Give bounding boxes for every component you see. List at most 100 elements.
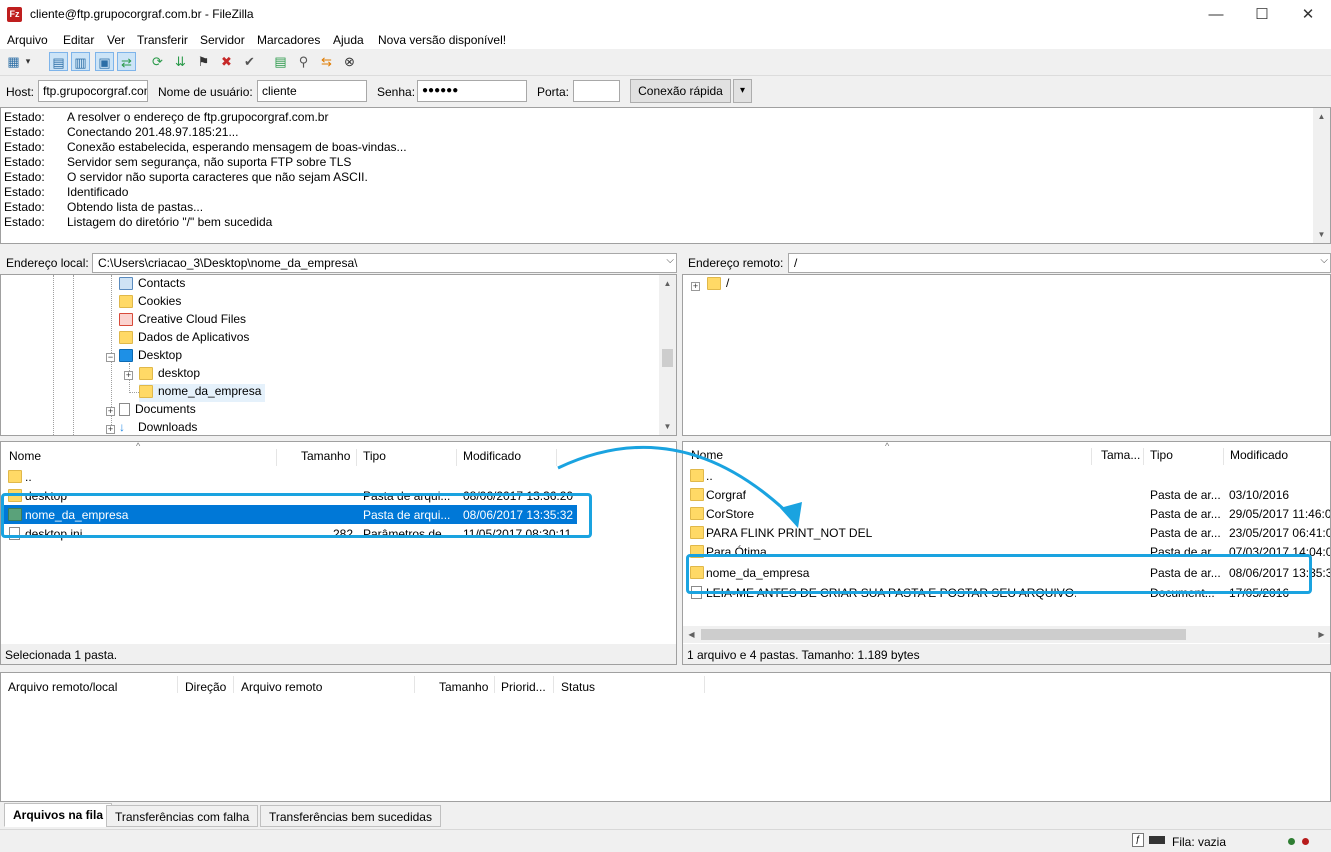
compare-icon[interactable]: ⚲	[294, 52, 313, 71]
queue-column-local[interactable]: Arquivo remoto/local	[8, 680, 117, 694]
message-log[interactable]: Estado: A resolver o endereço de ftp.grup…	[0, 107, 1331, 244]
sync-browse-icon[interactable]: ⇆	[317, 52, 336, 71]
remote-list-hscrollbar[interactable]: ◀ ▶	[683, 626, 1330, 643]
column-name[interactable]: Nome	[9, 449, 41, 463]
refresh-icon[interactable]: ⟳	[148, 52, 167, 71]
queue-column-direction[interactable]: Direção	[185, 680, 226, 694]
tree-item-downloads[interactable]: ↓ Downloads	[119, 420, 197, 435]
scroll-right-icon[interactable]: ▶	[1313, 626, 1330, 643]
user-label: Nome de usuário:	[158, 85, 253, 99]
user-input[interactable]: cliente	[257, 80, 367, 102]
tree-item-cookies[interactable]: Cookies	[119, 294, 181, 312]
log-status-label: Estado:	[4, 200, 45, 214]
close-button[interactable]: ✕	[1285, 0, 1331, 30]
queue-column-priority[interactable]: Priorid...	[501, 680, 546, 694]
tree-item-label: /	[726, 276, 730, 290]
menu-nova-versao[interactable]: Nova versão disponível!	[378, 33, 506, 47]
column-type[interactable]: Tipo	[1150, 448, 1173, 462]
transfer-queue[interactable]: Arquivo remoto/local Direção Arquivo rem…	[0, 672, 1331, 802]
scroll-up-icon[interactable]: ▲	[1313, 108, 1330, 125]
chevron-down-icon[interactable]: ⌵	[1320, 255, 1328, 266]
menu-editar[interactable]: Editar	[63, 33, 94, 47]
speed-limit-icon[interactable]: ƒ	[1132, 833, 1144, 847]
maximize-button[interactable]: ☐	[1239, 0, 1285, 30]
site-manager-icon[interactable]: ▦	[4, 52, 23, 71]
tab-arquivos-na-fila[interactable]: Arquivos na fila	[4, 803, 113, 827]
column-type[interactable]: Tipo	[363, 449, 386, 463]
queue-tabs: Arquivos na fila Transferências com falh…	[0, 803, 1331, 828]
column-modified[interactable]: Modificado	[1230, 448, 1288, 462]
column-modified[interactable]: Modificado	[463, 449, 521, 463]
minimize-button[interactable]: —	[1193, 0, 1239, 30]
scroll-left-icon[interactable]: ◀	[683, 626, 700, 643]
local-address-input[interactable]: C:\Users\criacao_3\Desktop\nome_da_empre…	[92, 253, 677, 273]
tree-item-desktop-sub[interactable]: desktop	[139, 366, 200, 384]
local-directory-tree[interactable]: Contacts Cookies Creative Cloud Files Da…	[0, 274, 677, 436]
scroll-thumb[interactable]	[701, 629, 1186, 640]
port-input[interactable]	[573, 80, 620, 102]
password-input[interactable]: ●●●●●●	[417, 80, 527, 102]
reconnect-icon[interactable]: ✔	[240, 52, 259, 71]
tree-item-label: Creative Cloud Files	[138, 312, 247, 326]
file-type: Pasta de ar...	[1150, 488, 1221, 502]
remote-directory-tree[interactable]: + /	[682, 274, 1331, 436]
host-input[interactable]: ftp.grupocorgraf.com.br	[38, 80, 148, 102]
log-scrollbar[interactable]: ▲ ▼	[1313, 108, 1330, 243]
tree-item-label: Contacts	[138, 276, 186, 290]
port-label: Porta:	[537, 85, 570, 99]
highlight-box-local	[1, 493, 592, 538]
remote-tree-icon[interactable]: ▣	[95, 52, 114, 71]
tree-item-dados-aplicativos[interactable]: Dados de Aplicativos	[119, 330, 249, 348]
process-queue-icon[interactable]: ⇊	[171, 52, 190, 71]
menu-ver[interactable]: Ver	[107, 33, 125, 47]
menu-ajuda[interactable]: Ajuda	[333, 33, 364, 47]
scroll-up-icon[interactable]: ▲	[659, 275, 676, 292]
search-icon[interactable]: ⊗	[340, 52, 359, 71]
local-tree-scrollbar[interactable]: ▲ ▼	[659, 275, 676, 435]
message-log-icon[interactable]: ▤	[49, 52, 68, 71]
menu-arquivo[interactable]: Arquivo	[7, 33, 48, 47]
scroll-thumb[interactable]	[662, 349, 673, 367]
log-status-label: Estado:	[4, 155, 45, 169]
tree-item-documents[interactable]: Documents	[119, 402, 196, 420]
collapse-icon[interactable]: −	[106, 353, 115, 362]
log-message: Listagem do diretório "/" bem sucedida	[67, 215, 273, 229]
tree-item-creative-cloud[interactable]: Creative Cloud Files	[119, 312, 246, 330]
scroll-down-icon[interactable]: ▼	[1313, 226, 1330, 243]
tree-item-desktop[interactable]: Desktop	[119, 348, 182, 366]
tree-item-nome-da-empresa[interactable]: nome_da_empresa	[139, 384, 266, 402]
quickconnect-button[interactable]: Conexão rápida	[630, 79, 731, 103]
file-type: Pasta de ar...	[1150, 507, 1221, 521]
menu-marcadores[interactable]: Marcadores	[257, 33, 320, 47]
documents-icon	[119, 403, 130, 417]
menu-bar: Arquivo Editar Ver Transferir Servidor M…	[0, 30, 1331, 49]
cancel-icon[interactable]: ⚑	[194, 52, 213, 71]
queue-column-size[interactable]: Tamanho	[439, 680, 488, 694]
local-tree-icon[interactable]: ▥	[71, 52, 90, 71]
remote-address-input[interactable]: / ⌵	[788, 253, 1331, 273]
expand-icon[interactable]: +	[106, 425, 115, 434]
expand-icon[interactable]: +	[691, 282, 700, 291]
menu-servidor[interactable]: Servidor	[200, 33, 245, 47]
tree-item-contacts[interactable]: Contacts	[119, 276, 185, 294]
transfer-arrow-icon	[557, 445, 802, 528]
queue-column-status[interactable]: Status	[561, 680, 595, 694]
expand-icon[interactable]: +	[106, 407, 115, 416]
site-manager-dropdown-icon[interactable]: ▾	[22, 52, 34, 71]
transfer-queue-icon[interactable]: ⇄	[117, 52, 136, 71]
disconnect-icon[interactable]: ✖	[217, 52, 236, 71]
tab-transferencias-sucedidas[interactable]: Transferências bem sucedidas	[260, 805, 441, 827]
menu-transferir[interactable]: Transferir	[137, 33, 188, 47]
remote-status: 1 arquivo e 4 pastas. Tamanho: 1.189 byt…	[683, 644, 1330, 664]
column-size[interactable]: Tamanho	[301, 449, 350, 463]
creative-cloud-icon	[119, 313, 133, 327]
directory-listing-filter-icon[interactable]: ▤	[271, 52, 290, 71]
chevron-down-icon[interactable]: ⌵	[666, 255, 674, 266]
contacts-icon	[119, 277, 133, 291]
quickconnect-dropdown-icon[interactable]: ▾	[733, 79, 752, 103]
queue-column-remote[interactable]: Arquivo remoto	[241, 680, 322, 694]
tab-transferencias-falha[interactable]: Transferências com falha	[106, 805, 259, 827]
expand-icon[interactable]: +	[124, 371, 133, 380]
column-size[interactable]: Tama...	[1101, 448, 1140, 462]
tree-item-root[interactable]: /	[707, 276, 729, 294]
